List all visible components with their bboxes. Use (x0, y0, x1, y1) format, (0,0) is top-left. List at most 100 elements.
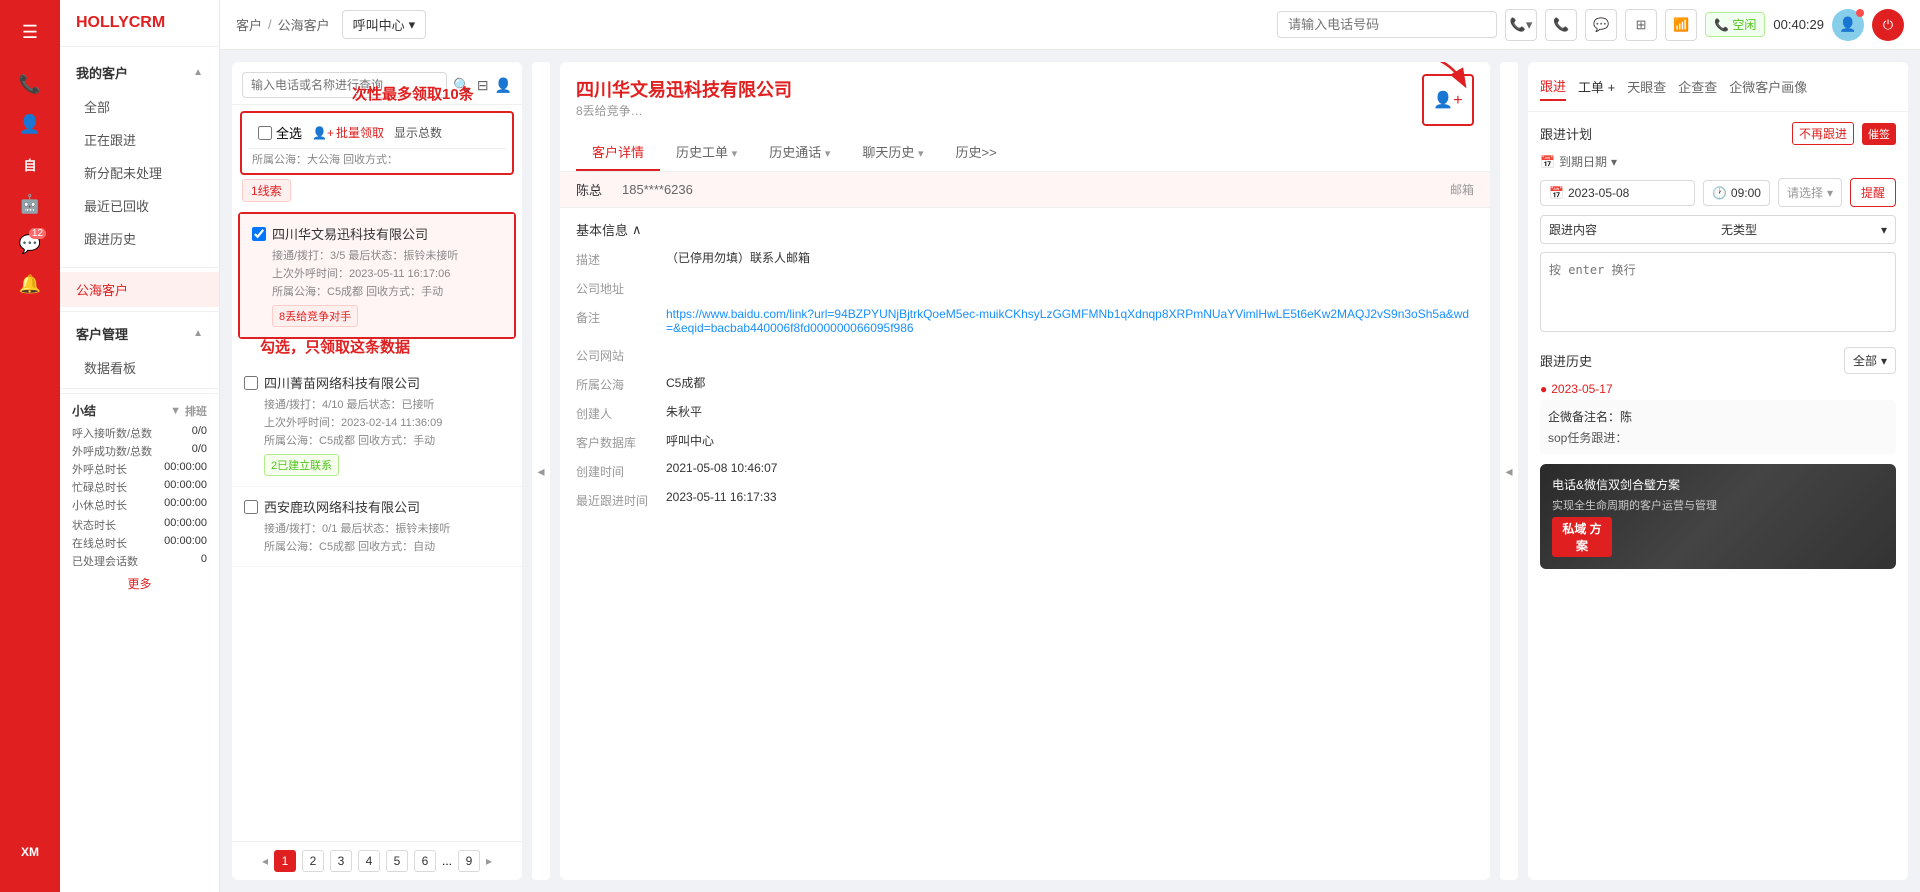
history-date-1: 2023-05-17 (1540, 382, 1896, 396)
phone-btn[interactable]: 📞 (1545, 9, 1577, 41)
filter-icon: ▼ (170, 405, 181, 417)
promo-area: 电话&微信双剑合璧方案 实现全生命周期的客户运营与管理 私域 方案 (1540, 464, 1896, 569)
hamburger-menu-icon[interactable]: ☰ (12, 14, 48, 50)
page-2-btn[interactable]: 2 (302, 850, 324, 872)
field-creator: 创建人 朱秋平 (576, 403, 1474, 422)
main-nav-sidebar: HOLLYCRM 我的客户 ▲ 全部 正在跟进 新分配未处理 最近已回收 跟进历… (60, 0, 220, 892)
content-type-select[interactable]: 跟进内容 无类型 ▾ (1540, 215, 1896, 244)
user-claim-icon: 👤+ (1433, 90, 1462, 110)
collapse-right-btn[interactable]: ◂ (1500, 62, 1518, 880)
customer-detail-panel: 四川华文易迅科技有限公司 8丢给竞争… 👤+ 点这个，领取客户 (560, 62, 1490, 880)
detail-tabs: 客户详情 历史工单 ▾ 历史通话 ▾ 聊天历史 ▾ 历史>> (576, 134, 1474, 171)
self-icon[interactable]: 自 (12, 146, 48, 182)
user-filter-btn[interactable]: 👤 (495, 77, 512, 94)
user-plus-icon: 👤+ (312, 126, 334, 140)
claim-customer-btn[interactable]: 👤+ (1428, 80, 1468, 120)
time-input[interactable]: 🕐 09:00 (1703, 180, 1770, 206)
followup-bookmark[interactable]: 催签 (1862, 123, 1896, 145)
notification-icon[interactable]: 🔔 (12, 266, 48, 302)
select-all-checkbox[interactable] (258, 126, 272, 140)
stats-section: 小结 ▼ 排班 呼入接听数/总数 0/0 外呼成功数/总数 0/0 外呼总时长 … (60, 393, 219, 604)
tab-customer-detail[interactable]: 客户详情 (576, 134, 660, 171)
field-created: 创建时间 2021-05-08 10:46:07 (576, 461, 1474, 480)
right-tab-workorder[interactable]: 工单 + (1578, 77, 1615, 96)
customer-card-3-checkbox[interactable] (244, 500, 258, 514)
customer-card-3-sea: 所属公海：C5成都 回收方式：自动 (244, 538, 510, 554)
page-1-btn[interactable]: 1 (274, 850, 296, 872)
filter-btn[interactable]: ⊟ (477, 77, 489, 94)
page-4-btn[interactable]: 4 (358, 850, 380, 872)
show-total-label[interactable]: 显示总数 (394, 124, 442, 141)
call-history-arrow: ▾ (825, 148, 831, 160)
my-customers-header[interactable]: 我的客户 ▲ (60, 55, 219, 90)
page-6-btn[interactable]: 6 (414, 850, 436, 872)
right-tab-tianyecha[interactable]: 天眼查 (1627, 73, 1666, 100)
history-filter-select[interactable]: 全部 ▾ (1844, 347, 1896, 374)
batch-claim-btn[interactable]: 👤+ 批量领取 (312, 124, 384, 141)
date-input[interactable]: 📅 2023-05-08 (1540, 180, 1695, 206)
history-content-title-1: 企微备注名：陈 (1548, 408, 1888, 425)
nav-recalled[interactable]: 最近已回收 (60, 189, 219, 222)
right-tab-wechat-portrait[interactable]: 企微客户画像 (1729, 73, 1807, 100)
customer-card-1[interactable]: 四川华文易迅科技有限公司 接通/拨打：3/5 最后状态：振铃未接听 上次外呼时间… (240, 214, 514, 337)
customer-card-1-name: 四川华文易迅科技有限公司 (272, 224, 502, 243)
page-5-btn[interactable]: 5 (386, 850, 408, 872)
right-tab-follow[interactable]: 跟进 (1540, 72, 1566, 101)
nav-public-customers[interactable]: 公海客户 (60, 272, 219, 307)
detail-header: 四川华文易迅科技有限公司 8丢给竞争… 👤+ 点这个，领取客户 (560, 62, 1490, 172)
promo-card[interactable]: 电话&微信双剑合璧方案 实现全生命周期的客户运营与管理 私域 方案 (1540, 464, 1896, 569)
phone-icon[interactable]: 📞 (12, 66, 48, 102)
customer-card-1-checkbox[interactable] (252, 227, 266, 241)
tab-call-history[interactable]: 历史通话 ▾ (753, 134, 846, 171)
nav-data-dashboard[interactable]: 数据看板 (60, 351, 219, 384)
robot-icon[interactable]: 🤖 (12, 186, 48, 222)
page-3-btn[interactable]: 3 (330, 850, 352, 872)
nav-following[interactable]: 正在跟进 (60, 123, 219, 156)
sms-btn[interactable]: 💬 (1585, 9, 1617, 41)
tab-more[interactable]: 历史>> (940, 134, 1013, 171)
field-website: 公司网站 (576, 345, 1474, 364)
grid-btn[interactable]: ⊞ (1625, 9, 1657, 41)
select-all-checkbox-label[interactable]: 全选 (258, 123, 302, 142)
person-icon[interactable]: 👤 (12, 106, 48, 142)
company-title: 四川华文易迅科技有限公司 (576, 76, 792, 102)
customer-card-2[interactable]: 四川菁苗网络科技有限公司 接通/拨打：4/10 最后状态：已接听 上次外呼时间：… (232, 363, 522, 487)
customer-card-1-calls: 接通/拨打：3/5 最后状态：振铃未接听 (252, 247, 502, 263)
calendar-icon: 📅 (1549, 186, 1564, 200)
icon-sidebar: ☰ 📞 👤 自 🤖 💬12 🔔 XM (0, 0, 60, 892)
remind-btn[interactable]: 提醒 (1850, 178, 1896, 207)
contact-name: 陈总 (576, 180, 602, 199)
nav-follow-history[interactable]: 跟进历史 (60, 222, 219, 255)
customer-management-header[interactable]: 客户管理 ▲ (60, 316, 219, 351)
follow-text-area[interactable] (1540, 252, 1896, 332)
tab-work-orders[interactable]: 历史工单 ▾ (660, 134, 753, 171)
breadcrumb-customers[interactable]: 客户 (236, 15, 262, 34)
breadcrumb-public[interactable]: 公海客户 (278, 15, 330, 34)
nav-new-assigned[interactable]: 新分配未处理 (60, 156, 219, 189)
nav-all[interactable]: 全部 (60, 90, 219, 123)
search-btn[interactable]: 🔍 (453, 77, 470, 94)
xm-label[interactable]: XM (12, 834, 48, 870)
no-followup-btn[interactable]: 不再跟进 (1792, 122, 1854, 145)
basic-info-title: 基本信息 ∧ (576, 220, 1474, 239)
more-stats-btn[interactable]: 更多 (72, 571, 207, 596)
message-badge-icon[interactable]: 💬12 (12, 226, 48, 262)
tab-chat-history[interactable]: 聊天历史 ▾ (846, 134, 939, 171)
right-tab-qichacha[interactable]: 企查查 (1678, 73, 1717, 100)
phone-input[interactable] (1277, 11, 1497, 38)
phone-mode-btn[interactable]: 📞▾ (1505, 9, 1537, 41)
collapse-left-btn[interactable]: ◂ (532, 62, 550, 880)
call-center-dropdown[interactable]: 呼叫中心 ▾ (342, 10, 427, 39)
history-item-1: 2023-05-17 企微备注名：陈 sop任务跟进： (1540, 382, 1896, 454)
user-avatar[interactable]: 👤 (1832, 9, 1864, 41)
next-page-btn[interactable]: ▸ (486, 854, 492, 868)
customer-card-3[interactable]: 西安鹿玖网络科技有限公司 接通/拨打：0/1 最后状态：振铃未接听 所属公海：C… (232, 487, 522, 567)
follow-plan: 跟进计划 不再跟进 催签 📅 到期日期 ▾ 📅 (1540, 122, 1896, 335)
power-button[interactable]: ⏻ (1872, 9, 1904, 41)
customer-search-input[interactable] (242, 72, 447, 98)
customer-card-2-checkbox[interactable] (244, 376, 258, 390)
remind-select[interactable]: 请选择 ▾ (1778, 178, 1842, 207)
thread-tag: 1线索 (242, 179, 291, 202)
prev-page-btn[interactable]: ◂ (262, 854, 268, 868)
page-9-btn[interactable]: 9 (458, 850, 480, 872)
